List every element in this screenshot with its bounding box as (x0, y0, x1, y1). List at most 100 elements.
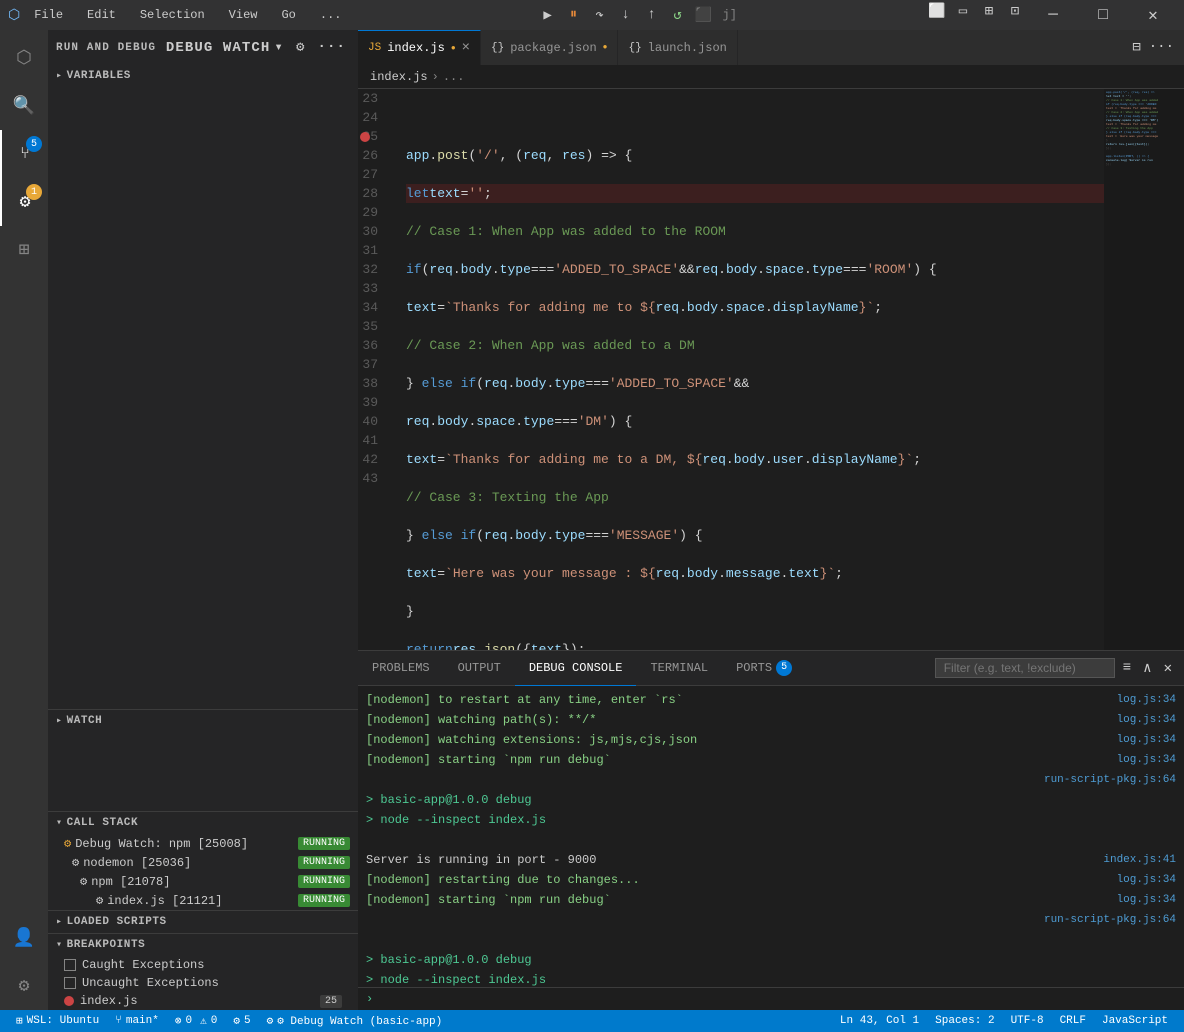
status-debug-session[interactable]: ⚙ ⚙ Debug Watch (basic-app) (259, 1010, 451, 1032)
ln-35: 35 (358, 317, 386, 336)
more-tabs-btn[interactable]: ··· (1147, 37, 1176, 58)
activity-settings[interactable]: ⚙ (0, 962, 48, 1010)
console-ref-0[interactable]: log.js:34 (1117, 691, 1176, 709)
breakpoint-indexjs[interactable]: index.js 25 (48, 992, 358, 1010)
uncaught-checkbox[interactable] (64, 977, 76, 989)
console-ref-9[interactable]: log.js:34 (1117, 871, 1176, 889)
tab-indexjs[interactable]: JS index.js ● × (358, 30, 481, 65)
filter-mode-btn[interactable]: ≡ (1119, 658, 1135, 678)
status-position[interactable]: Ln 43, Col 1 (832, 1010, 927, 1032)
menu-view[interactable]: View (223, 6, 264, 24)
console-prompt-icon: › (366, 992, 373, 1006)
activity-explorer[interactable]: ⬡ (0, 34, 48, 82)
console-input[interactable] (377, 992, 1176, 1006)
activity-debug[interactable]: ⚙ 1 (0, 178, 48, 226)
menu-more[interactable]: ... (314, 6, 348, 24)
console-ref-3[interactable]: log.js:34 (1117, 751, 1176, 769)
activity-scm[interactable]: ⑂ 5 (0, 130, 48, 178)
warning-count: 0 (211, 1015, 218, 1027)
tab-debug-console[interactable]: DEBUG CONSOLE (515, 651, 637, 686)
call-stack-item-2[interactable]: ⚙ npm [21078] RUNNING (48, 872, 358, 891)
layout-btn-4[interactable]: ⊡ (1004, 0, 1026, 22)
variables-chevron: ▸ (56, 70, 63, 82)
loaded-scripts-header[interactable]: ▸ LOADED SCRIPTS (48, 911, 358, 933)
status-git[interactable]: ⑂ main* (107, 1010, 167, 1032)
code-editor[interactable]: 23 24 25 26 27 28 29 30 31 32 33 34 35 (358, 89, 1184, 650)
menu-file[interactable]: File (28, 6, 69, 24)
tab-launchjson[interactable]: {} launch.json (618, 30, 737, 65)
layout-btn-2[interactable]: ▭ (952, 0, 974, 22)
breakpoint-uncaught[interactable]: Uncaught Exceptions (48, 974, 358, 992)
console-ref-10[interactable]: log.js:34 (1117, 891, 1176, 909)
breakpoint-caught[interactable]: Caught Exceptions (48, 956, 358, 974)
close-btn[interactable]: ✕ (1130, 0, 1176, 30)
console-ref-1[interactable]: log.js:34 (1117, 711, 1176, 729)
status-spaces[interactable]: Spaces: 2 (927, 1010, 1002, 1032)
tab-problems[interactable]: PROBLEMS (358, 651, 444, 686)
panel-filter-input[interactable] (935, 658, 1115, 678)
tab-indexjs-close[interactable]: × (462, 40, 470, 56)
code-line-30: } else if (req.body.type === 'ADDED_TO_S… (406, 374, 1104, 393)
ln-39: 39 (358, 393, 386, 412)
console-text-13: > basic-app@1.0.0 debug (366, 951, 532, 969)
debug-step-out-btn[interactable]: ↑ (641, 4, 663, 26)
call-stack-item-1[interactable]: ⚙ nodemon [25036] RUNNING (48, 853, 358, 872)
debug-session-name: ⚙ Debug Watch (basic-app) (277, 1014, 442, 1028)
call-stack-item-0[interactable]: ⚙ Debug Watch: npm [25008] RUNNING (48, 834, 358, 853)
console-ref-4[interactable]: run-script-pkg.js:64 (1044, 771, 1176, 789)
tab-packagejson[interactable]: {} package.json ● (481, 30, 618, 65)
tab-ports[interactable]: PORTS 5 (722, 651, 806, 686)
call-stack-label: CALL STACK (67, 817, 139, 829)
more-actions-btn[interactable]: ··· (313, 37, 350, 58)
ln-26: 26 (358, 146, 386, 165)
variables-section-header[interactable]: ▸ VARIABLES (48, 65, 358, 87)
tab-terminal[interactable]: TERMINAL (636, 651, 722, 686)
console-line-13: > basic-app@1.0.0 debug (366, 950, 1176, 970)
call-stack-name-0: Debug Watch: npm [25008] (75, 837, 248, 851)
menu-edit[interactable]: Edit (81, 6, 122, 24)
layout-btn-1[interactable]: ⬜ (926, 0, 948, 22)
close-panel-btn[interactable]: ✕ (1160, 658, 1176, 679)
minimap: app.post('/', (req, res) => let text = '… (1104, 89, 1184, 650)
console-line-14: > node --inspect index.js (366, 970, 1176, 987)
maximize-btn[interactable]: □ (1080, 0, 1126, 30)
status-line-ending[interactable]: CRLF (1052, 1010, 1094, 1032)
tab-packagejson-icon: {} (491, 42, 504, 54)
minimize-btn[interactable]: ─ (1030, 0, 1076, 30)
debug-restart-btn[interactable]: ↺ (667, 4, 689, 26)
debug-step-over-btn[interactable]: ↷ (589, 4, 611, 26)
collapse-panel-btn[interactable]: ∧ (1139, 658, 1155, 679)
console-output[interactable]: [nodemon] to restart at any time, enter … (358, 686, 1184, 987)
debug-step-into-btn[interactable]: ↓ (615, 4, 637, 26)
configure-btn[interactable]: ⚙ (292, 37, 310, 58)
tab-output[interactable]: OUTPUT (444, 651, 515, 686)
activity-extensions[interactable]: ⊞ (0, 226, 48, 274)
status-language[interactable]: JavaScript (1094, 1010, 1176, 1032)
console-ref-11[interactable]: run-script-pkg.js:64 (1044, 911, 1176, 929)
status-encoding[interactable]: UTF-8 (1003, 1010, 1052, 1032)
code-content[interactable]: app.post('/', (req, res) => { let text =… (398, 89, 1104, 650)
status-wsl[interactable]: ⊞ WSL: Ubuntu (8, 1010, 107, 1032)
breakpoints-section-header[interactable]: ▾ BREAKPOINTS (48, 934, 358, 956)
ln-37: 37 (358, 355, 386, 374)
call-stack-item-3[interactable]: ⚙ index.js [21121] RUNNING (48, 891, 358, 910)
tab-bar: JS index.js ● × {} package.json ● {} lau… (358, 30, 1184, 65)
status-debug-count[interactable]: ⚙ 5 (225, 1010, 258, 1032)
status-errors[interactable]: ⊗ 0 ⚠ 0 (167, 1010, 225, 1032)
debug-continue-btn[interactable]: ▶ (537, 4, 559, 26)
menu-selection[interactable]: Selection (134, 6, 211, 24)
layout-btn-3[interactable]: ⊞ (978, 0, 1000, 22)
watch-label: WATCH (67, 715, 103, 727)
menu-go[interactable]: Go (275, 6, 301, 24)
debug-pause-btn[interactable]: ⏸ (563, 4, 585, 26)
split-editor-btn[interactable]: ⊟ (1130, 37, 1142, 58)
code-line-36: } (406, 602, 1104, 621)
debug-stop-btn[interactable]: ⬛ (693, 4, 715, 26)
activity-search[interactable]: 🔍 (0, 82, 48, 130)
watch-section-header[interactable]: ▸ WATCH (48, 709, 358, 731)
console-ref-2[interactable]: log.js:34 (1117, 731, 1176, 749)
activity-account[interactable]: 👤 (0, 914, 48, 962)
caught-checkbox[interactable] (64, 959, 76, 971)
console-ref-8[interactable]: index.js:41 (1103, 851, 1176, 869)
call-stack-header[interactable]: ▾ CALL STACK (48, 812, 358, 834)
